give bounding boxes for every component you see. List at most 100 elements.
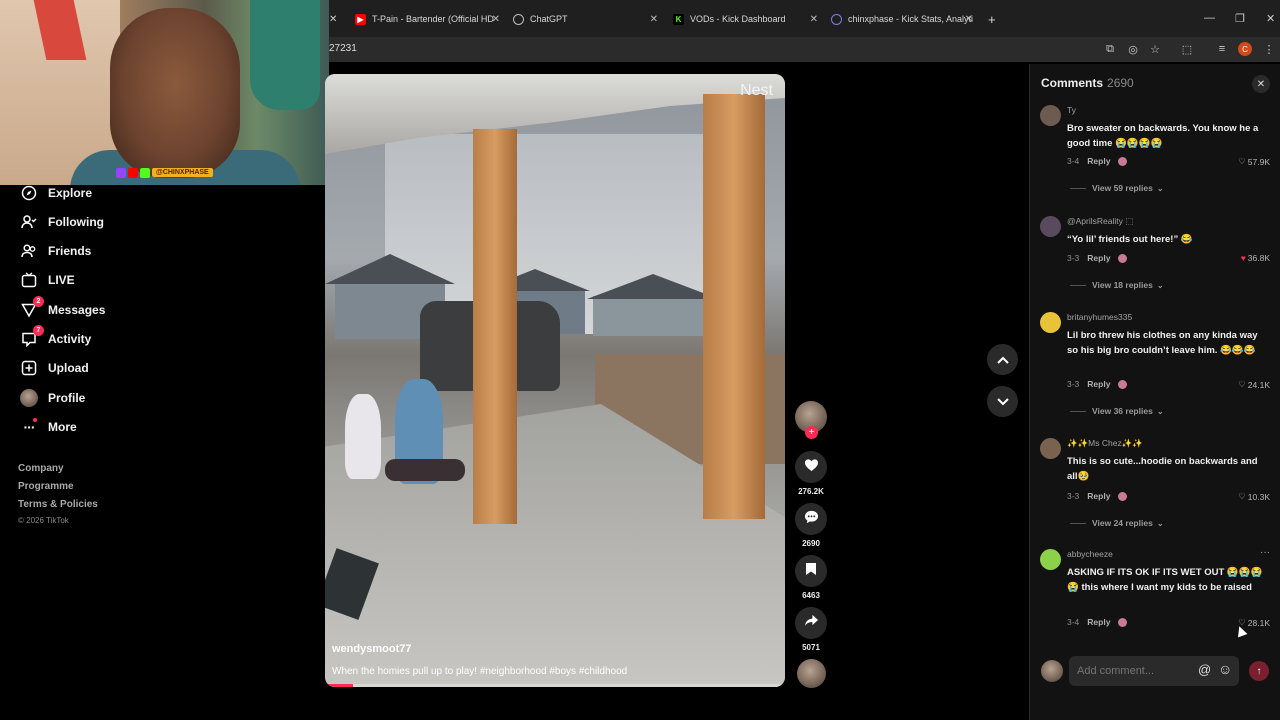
save-button[interactable]: [795, 555, 827, 587]
extensions-icon[interactable]: ⬚: [1180, 42, 1194, 56]
comment-button[interactable]: [795, 503, 827, 535]
post-comment-button[interactable]: ↑: [1249, 661, 1269, 681]
previous-video-button[interactable]: [987, 344, 1018, 375]
tab-label: chinxphase - Kick Stats, Analyti: [848, 14, 973, 24]
url-text[interactable]: 27231: [329, 43, 357, 54]
mention-icon[interactable]: @: [1198, 662, 1211, 677]
close-icon[interactable]: ✕: [810, 14, 818, 25]
view-replies-button[interactable]: View 59 replies ⌄: [1070, 183, 1164, 193]
sidebar-item-label: Following: [48, 215, 104, 229]
sound-disc-avatar[interactable]: [797, 659, 826, 688]
comment-username[interactable]: Ty: [1067, 105, 1076, 115]
sidebar-item-live[interactable]: LIVE: [20, 269, 75, 291]
tab-label: T-Pain - Bartender (Official HD: [372, 14, 494, 24]
close-comments-button[interactable]: ✕: [1252, 75, 1270, 93]
media-icon[interactable]: ≡: [1215, 42, 1229, 56]
comment-like-count: 24.1K: [1247, 379, 1270, 390]
reply-button[interactable]: Reply: [1087, 253, 1110, 263]
install-icon[interactable]: ⧉: [1103, 42, 1117, 56]
video-player[interactable]: Nest wendysmoot77 When the homies pull u…: [325, 74, 785, 687]
eye-off-icon[interactable]: ◎: [1126, 42, 1140, 56]
comment-username[interactable]: ✨✨Ms Chez✨✨: [1067, 438, 1143, 449]
comment-like-count: 10.3K: [1247, 491, 1270, 502]
view-replies-button[interactable]: View 36 replies ⌄: [1070, 406, 1164, 416]
comment-text: Lil bro threw his clothes on any kinda w…: [1067, 330, 1258, 356]
comment-item: Ty Bro sweater on backwards. You know he…: [1040, 105, 1270, 197]
like-count: 276.2K: [798, 487, 824, 496]
tab-kick-stats[interactable]: chinxphase - Kick Stats, Analyti ✕: [831, 8, 973, 30]
emoji-icon[interactable]: ☺: [1218, 661, 1232, 677]
video-progress-bar[interactable]: [325, 684, 785, 687]
follow-plus-icon[interactable]: +: [805, 426, 818, 439]
reply-button[interactable]: Reply: [1087, 156, 1110, 166]
footer-programme-link[interactable]: Programme: [18, 481, 74, 492]
comment-like-button[interactable]: ♡ 24.1K: [1238, 379, 1270, 390]
tab-kick-vods[interactable]: K VODs - Kick Dashboard ✕: [673, 8, 818, 30]
next-video-button[interactable]: [987, 386, 1018, 417]
sidebar-item-friends[interactable]: Friends: [20, 240, 91, 262]
tab-label: VODs - Kick Dashboard: [690, 14, 786, 24]
sidebar-item-following[interactable]: Following: [20, 211, 104, 233]
sidebar-item-label: LIVE: [48, 273, 75, 287]
sidebar-item-upload[interactable]: Upload: [20, 357, 89, 379]
address-bar[interactable]: 27231 ⧉ ◎ ☆ ⬚ ≡ C ⋮: [329, 37, 1280, 62]
comment-avatar[interactable]: [1040, 549, 1061, 570]
comment-input[interactable]: [1069, 656, 1239, 686]
comment-username[interactable]: @AprilsReality ⬚: [1067, 216, 1133, 227]
tab-close-icon[interactable]: ✕: [329, 8, 339, 30]
stats-icon: [831, 13, 842, 25]
comment-username[interactable]: britanyhumes335: [1067, 312, 1132, 322]
menu-kebab-icon[interactable]: ⋮: [1262, 42, 1276, 56]
reply-button[interactable]: Reply: [1087, 379, 1110, 389]
following-icon: [20, 213, 38, 231]
comment-text: ASKING IF ITS OK IF ITS WET OUT 😭😭😭😭 thi…: [1067, 567, 1263, 593]
sidebar-item-explore[interactable]: Explore: [20, 182, 92, 204]
sidebar-item-profile[interactable]: Profile: [20, 387, 85, 409]
comment-like-button[interactable]: ♡ 10.3K: [1238, 491, 1270, 502]
view-replies-button[interactable]: View 18 replies ⌄: [1070, 280, 1164, 290]
close-icon[interactable]: ✕: [965, 14, 973, 25]
minimize-icon[interactable]: —: [1204, 12, 1215, 24]
comment-avatar[interactable]: [1040, 312, 1061, 333]
profile-avatar-icon[interactable]: C: [1238, 42, 1252, 56]
kick-icon: [140, 167, 150, 178]
comment-meta: 3-4 Reply: [1067, 156, 1128, 166]
like-button[interactable]: [795, 451, 827, 483]
comment-username[interactable]: abbycheeze: [1067, 549, 1113, 559]
view-replies-label: View 18 replies: [1092, 280, 1153, 290]
creator-liked-avatar: [1118, 253, 1128, 263]
comment-avatar[interactable]: [1040, 105, 1061, 126]
comments-count: 2690: [1107, 76, 1134, 90]
sidebar-item-label: Messages: [48, 303, 106, 317]
comment-like-button[interactable]: ♡ 57.9K: [1238, 156, 1270, 167]
sidebar-item-label: Upload: [48, 361, 89, 375]
comment-like-button[interactable]: ♥ 36.8K: [1241, 253, 1270, 263]
sidebar-item-messages[interactable]: 2 Messages: [20, 296, 106, 321]
tab-chatgpt[interactable]: ChatGPT ✕: [513, 8, 658, 30]
reply-button[interactable]: Reply: [1087, 491, 1110, 501]
view-replies-button[interactable]: View 24 replies ⌄: [1070, 518, 1164, 528]
bookmark-star-icon[interactable]: ☆: [1148, 42, 1162, 56]
video-author[interactable]: wendysmoot77: [332, 643, 411, 655]
window-close-icon[interactable]: ✕: [1266, 12, 1275, 25]
sidebar-item-activity[interactable]: 7 Activity: [20, 325, 91, 350]
activity-icon: 7: [20, 325, 44, 348]
reply-button[interactable]: Reply: [1087, 617, 1110, 627]
heart-outline-icon: ♡: [1238, 156, 1246, 166]
footer-copyright: © 2026 TikTok: [18, 516, 69, 525]
footer-terms-link[interactable]: Terms & Policies: [18, 499, 98, 510]
new-tab-button[interactable]: +: [988, 8, 1000, 30]
footer-company-link[interactable]: Company: [18, 463, 64, 474]
restore-icon[interactable]: ❐: [1235, 12, 1245, 25]
comment-avatar[interactable]: [1040, 438, 1061, 459]
sidebar-item-more[interactable]: ··· More: [20, 416, 77, 438]
close-icon[interactable]: ✕: [492, 14, 500, 25]
comment-avatar[interactable]: [1040, 216, 1061, 237]
close-icon[interactable]: ✕: [650, 14, 658, 25]
tab-tpain[interactable]: ▶ T-Pain - Bartender (Official HD ✕: [355, 8, 500, 30]
share-button[interactable]: [795, 607, 827, 639]
heart-outline-icon: ♡: [1238, 491, 1246, 501]
more-options-icon[interactable]: ···: [1260, 547, 1270, 558]
share-count: 5071: [802, 643, 820, 652]
chevron-down-icon: ⌄: [1156, 183, 1164, 193]
